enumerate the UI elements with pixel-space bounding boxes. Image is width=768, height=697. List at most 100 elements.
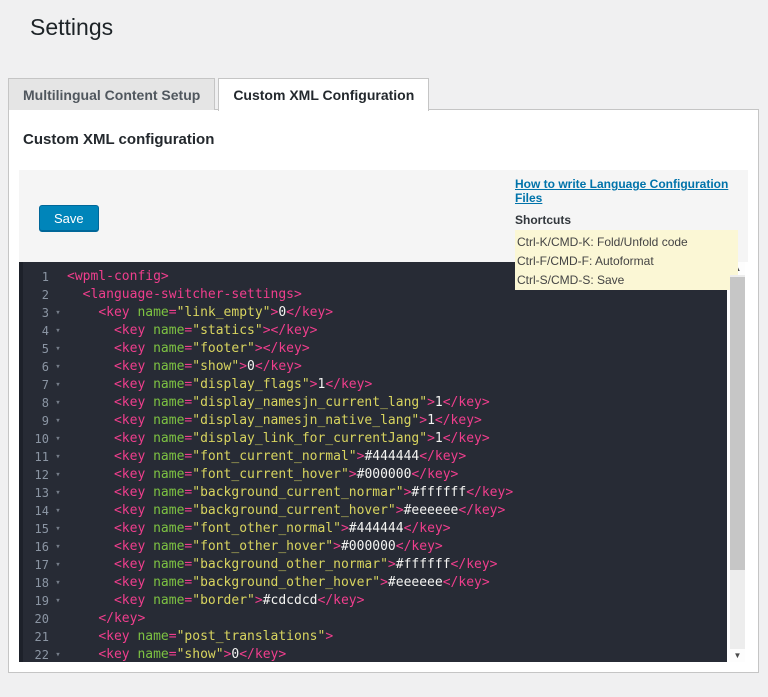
fold-arrow-icon[interactable]: ▾	[49, 304, 67, 322]
line-number: 8	[41, 396, 49, 410]
code-editor[interactable]: 1 <wpml-config> 2 <language-switcher-setti…	[19, 262, 727, 662]
line-number: 22	[34, 648, 49, 662]
code-text: <key name="footer"></key>	[113, 341, 310, 356]
fold-arrow-icon[interactable]: ▾	[49, 502, 67, 520]
line-number: 19	[34, 594, 49, 608]
help-column: How to write Language Configuration File…	[515, 177, 738, 290]
tab-custom-xml-configuration[interactable]: Custom XML Configuration	[218, 78, 430, 111]
line-number: 6	[41, 360, 49, 374]
code-line[interactable]: 20 </key>	[23, 610, 727, 628]
shortcut-save: Ctrl-S/CMD-S: Save	[517, 273, 625, 287]
code-text: <key name="post_translations">	[98, 629, 334, 644]
custom-xml-panel: Custom XML configuration Save How to wri…	[8, 109, 759, 673]
fold-arrow-icon[interactable]: ▾	[49, 556, 67, 574]
fold-arrow-icon[interactable]: ▾	[49, 538, 67, 556]
code-lines: 1 <wpml-config> 2 <language-switcher-setti…	[23, 268, 727, 662]
code-line[interactable]: 10 ▾ <key name="display_link_for_currentJ…	[23, 430, 727, 448]
code-text: <key name="statics"></key>	[113, 323, 318, 338]
shortcuts-title: Shortcuts	[515, 213, 572, 227]
page-title: Settings	[30, 14, 114, 40]
code-text: <key name="display_link_for_currentJang"…	[113, 431, 490, 446]
code-text: <key name="display_flags">1</key>	[113, 377, 373, 392]
code-line[interactable]: 8 ▾ <key name="display_namesjn_current_la…	[23, 394, 727, 412]
fold-arrow-icon[interactable]: ▾	[49, 376, 67, 394]
line-number: 1	[41, 270, 49, 284]
code-line[interactable]: 9 ▾ <key name="display_namesjn_native_lan…	[23, 412, 727, 430]
shortcuts-box: Ctrl-K/CMD-K: Fold/Unfold code Ctrl-F/CM…	[515, 230, 738, 290]
code-text: <key name="background_current_normar">#f…	[113, 485, 514, 500]
settings-page: Settings Multilingual Content Setup Cust…	[8, 13, 759, 673]
code-text: <key name="show">0</key>	[98, 647, 287, 662]
line-number: 17	[34, 558, 49, 572]
code-line[interactable]: 13 ▾ <key name="background_current_normar…	[23, 484, 727, 502]
scroll-down-icon[interactable]: ▼	[730, 649, 745, 662]
fold-arrow-icon[interactable]: ▾	[49, 412, 67, 430]
fold-arrow-icon[interactable]: ▾	[49, 430, 67, 448]
line-number: 10	[34, 432, 49, 446]
code-line[interactable]: 6 ▾ <key name="show">0</key>	[23, 358, 727, 376]
code-line[interactable]: 16 ▾ <key name="font_other_hover">#000000…	[23, 538, 727, 556]
line-number: 3	[41, 306, 49, 320]
save-button[interactable]: Save	[39, 205, 99, 232]
code-line[interactable]: 7 ▾ <key name="display_flags">1</key>	[23, 376, 727, 394]
fold-arrow-icon[interactable]: ▾	[49, 358, 67, 376]
code-line[interactable]: 21 <key name="post_translations">	[23, 628, 727, 646]
help-link[interactable]: How to write Language Configuration File…	[515, 177, 738, 205]
code-text: <key name="border">#cdcdcd</key>	[113, 593, 365, 608]
line-number: 5	[41, 342, 49, 356]
line-number: 20	[34, 612, 49, 626]
code-text: <key name="font_current_normal">#444444<…	[113, 449, 467, 464]
code-line[interactable]: 15 ▾ <key name="font_other_normal">#44444…	[23, 520, 727, 538]
fold-arrow-icon[interactable]: ▾	[49, 466, 67, 484]
code-text: <key name="display_namesjn_current_lang"…	[113, 395, 490, 410]
fold-arrow-icon[interactable]: ▾	[49, 592, 67, 610]
line-number: 21	[34, 630, 49, 644]
code-text: <key name="background_other_normar">#fff…	[113, 557, 498, 572]
tab-multilingual-content-setup[interactable]: Multilingual Content Setup	[8, 78, 216, 110]
fold-arrow-icon[interactable]: ▾	[49, 322, 67, 340]
fold-arrow-icon[interactable]: ▾	[49, 646, 67, 662]
line-number: 11	[34, 450, 49, 464]
fold-arrow-icon[interactable]: ▾	[49, 484, 67, 502]
code-text: <key name="font_other_hover">#000000</ke…	[113, 539, 443, 554]
scrollbar-thumb[interactable]	[730, 277, 745, 570]
code-line[interactable]: 19 ▾ <key name="border">#cdcdcd</key>	[23, 592, 727, 610]
tab-bar: Multilingual Content Setup Custom XML Co…	[8, 78, 759, 111]
fold-arrow-icon[interactable]: ▾	[49, 574, 67, 592]
code-text: </key>	[98, 611, 146, 626]
line-number: 12	[34, 468, 49, 482]
code-text: <key name="display_namesjn_native_lang">…	[113, 413, 482, 428]
code-editor-wrapper: 1 <wpml-config> 2 <language-switcher-setti…	[19, 262, 748, 662]
code-line[interactable]: 3 ▾ <key name="link_empty">0</key>	[23, 304, 727, 322]
editor-scrollbar[interactable]: ▲ ▼	[727, 262, 748, 662]
code-line[interactable]: 5 ▾ <key name="footer"></key>	[23, 340, 727, 358]
code-line[interactable]: 11 ▾ <key name="font_current_normal">#444…	[23, 448, 727, 466]
section-heading: Custom XML configuration	[23, 131, 215, 148]
line-number: 15	[34, 522, 49, 536]
line-number: 16	[34, 540, 49, 554]
code-line[interactable]: 17 ▾ <key name="background_other_normar">…	[23, 556, 727, 574]
shortcut-fold: Ctrl-K/CMD-K: Fold/Unfold code	[517, 235, 688, 249]
code-text: <key name="font_other_normal">#444444</k…	[113, 521, 451, 536]
code-line[interactable]: 12 ▾ <key name="font_current_hover">#0000…	[23, 466, 727, 484]
code-line[interactable]: 18 ▾ <key name="background_other_hover">#…	[23, 574, 727, 592]
code-line[interactable]: 4 ▾ <key name="statics"></key>	[23, 322, 727, 340]
code-text: <key name="background_other_hover">#eeee…	[113, 575, 490, 590]
code-text: <key name="link_empty">0</key>	[98, 305, 334, 320]
shortcut-autoformat: Ctrl-F/CMD-F: Autoformat	[517, 254, 654, 268]
fold-arrow-icon[interactable]: ▾	[49, 340, 67, 358]
code-line[interactable]: 22 ▾ <key name="show">0</key>	[23, 646, 727, 662]
fold-arrow-icon[interactable]: ▾	[49, 394, 67, 412]
line-number: 9	[41, 414, 49, 428]
line-number: 2	[41, 288, 49, 302]
editor-toolbar: Save How to write Language Configuration…	[19, 170, 748, 290]
fold-arrow-icon[interactable]: ▾	[49, 520, 67, 538]
fold-arrow-icon[interactable]: ▾	[49, 448, 67, 466]
code-line[interactable]: 14 ▾ <key name="background_current_hover"…	[23, 502, 727, 520]
scrollbar-track[interactable]	[730, 275, 745, 649]
code-text: <key name="font_current_hover">#000000</…	[113, 467, 459, 482]
code-text: <key name="background_current_hover">#ee…	[113, 503, 506, 518]
